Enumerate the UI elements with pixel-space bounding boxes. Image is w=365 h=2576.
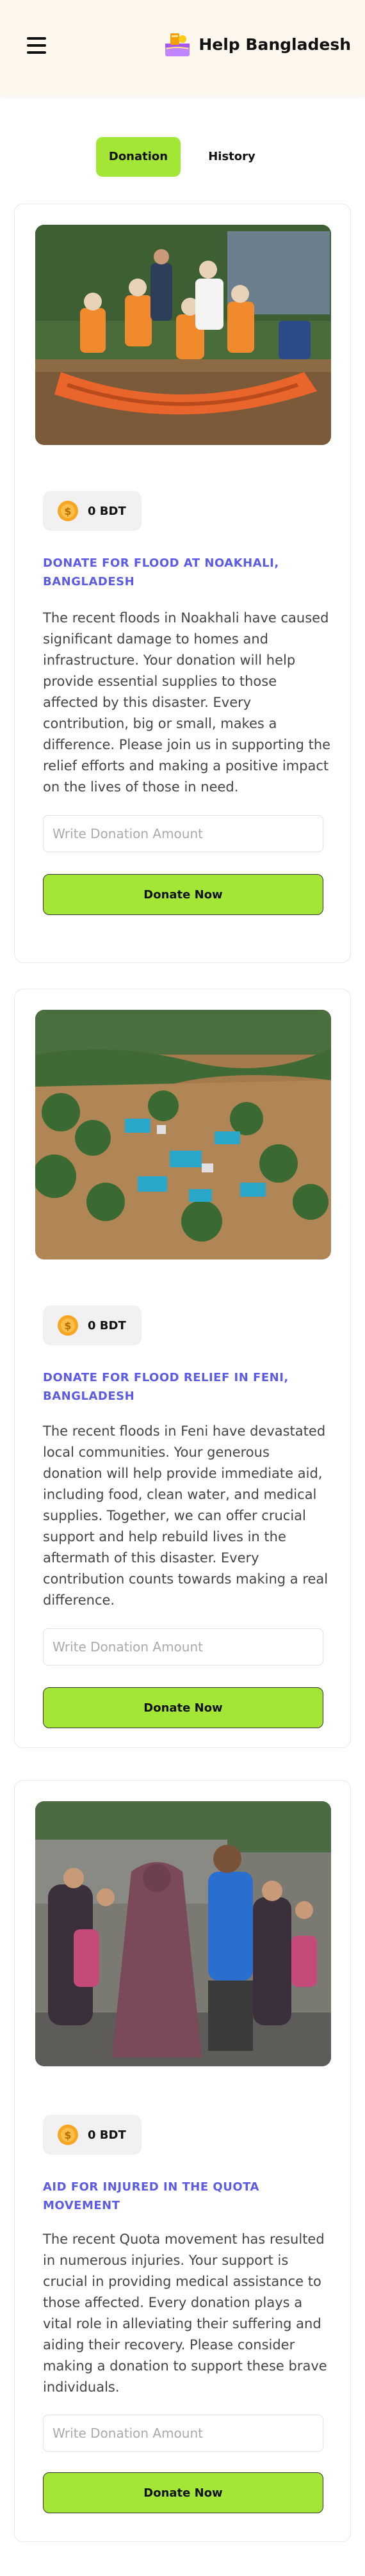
flooded-town-aerial-image (35, 1010, 331, 1260)
donation-card: $ 0 BDT AID FOR INJURED IN THE QUOTA MOV… (14, 1780, 351, 2542)
card-title: DONATE FOR FLOOD RELIEF IN FENI, BANGLAD… (43, 1371, 289, 1403)
coin-icon: $ (58, 2125, 78, 2145)
donate-now-button[interactable]: Donate Now (43, 874, 323, 915)
donation-amount-input[interactable] (43, 2415, 323, 2452)
svg-text:$: $ (64, 505, 71, 517)
donation-card: $ 0 BDT DONATE FOR FLOOD RELIEF IN FENI,… (14, 989, 351, 1748)
flood-rescue-boat-image (35, 225, 331, 445)
brand-name: Help Bangladesh (199, 35, 351, 54)
site-header: Help Bangladesh (0, 0, 365, 96)
donated-amount-badge: $ 0 BDT (43, 2115, 142, 2155)
card-title: AID FOR INJURED IN THE QUOTA MOVEMENT (43, 2180, 259, 2212)
brand[interactable]: Help Bangladesh (163, 29, 351, 59)
tab-history[interactable]: History (190, 137, 274, 177)
svg-text:$: $ (64, 1320, 71, 1332)
tab-bar: Donation History (0, 137, 365, 178)
svg-text:$: $ (64, 2129, 71, 2141)
card-description: The recent floods in Feni have devastate… (43, 1423, 328, 1608)
donation-amount-input[interactable] (43, 815, 323, 852)
donate-now-button[interactable]: Donate Now (43, 1687, 323, 1728)
donation-card: $ 0 BDT DONATE FOR FLOOD AT NOAKHALI, BA… (14, 204, 351, 963)
coin-icon: $ (58, 1315, 78, 1336)
donated-amount-badge: $ 0 BDT (43, 491, 142, 531)
card-title: DONATE FOR FLOOD AT NOAKHALI, BANGLADESH (43, 556, 279, 588)
donated-amount: 0 BDT (88, 2128, 126, 2142)
donated-amount-badge: $ 0 BDT (43, 1306, 142, 1345)
injured-crowd-image (35, 1801, 331, 2066)
coin-icon: $ (58, 501, 78, 521)
card-description: The recent Quota movement has resulted i… (43, 2232, 327, 2395)
donation-amount-input[interactable] (43, 1628, 323, 1665)
donated-amount: 0 BDT (88, 504, 126, 518)
donation-box-logo (165, 33, 190, 56)
card-description: The recent floods in Noakhali have cause… (43, 610, 331, 795)
donated-amount: 0 BDT (88, 1318, 126, 1333)
hamburger-menu-icon[interactable] (27, 37, 46, 55)
tab-donation[interactable]: Donation (96, 137, 181, 177)
donate-now-button[interactable]: Donate Now (43, 2472, 323, 2513)
